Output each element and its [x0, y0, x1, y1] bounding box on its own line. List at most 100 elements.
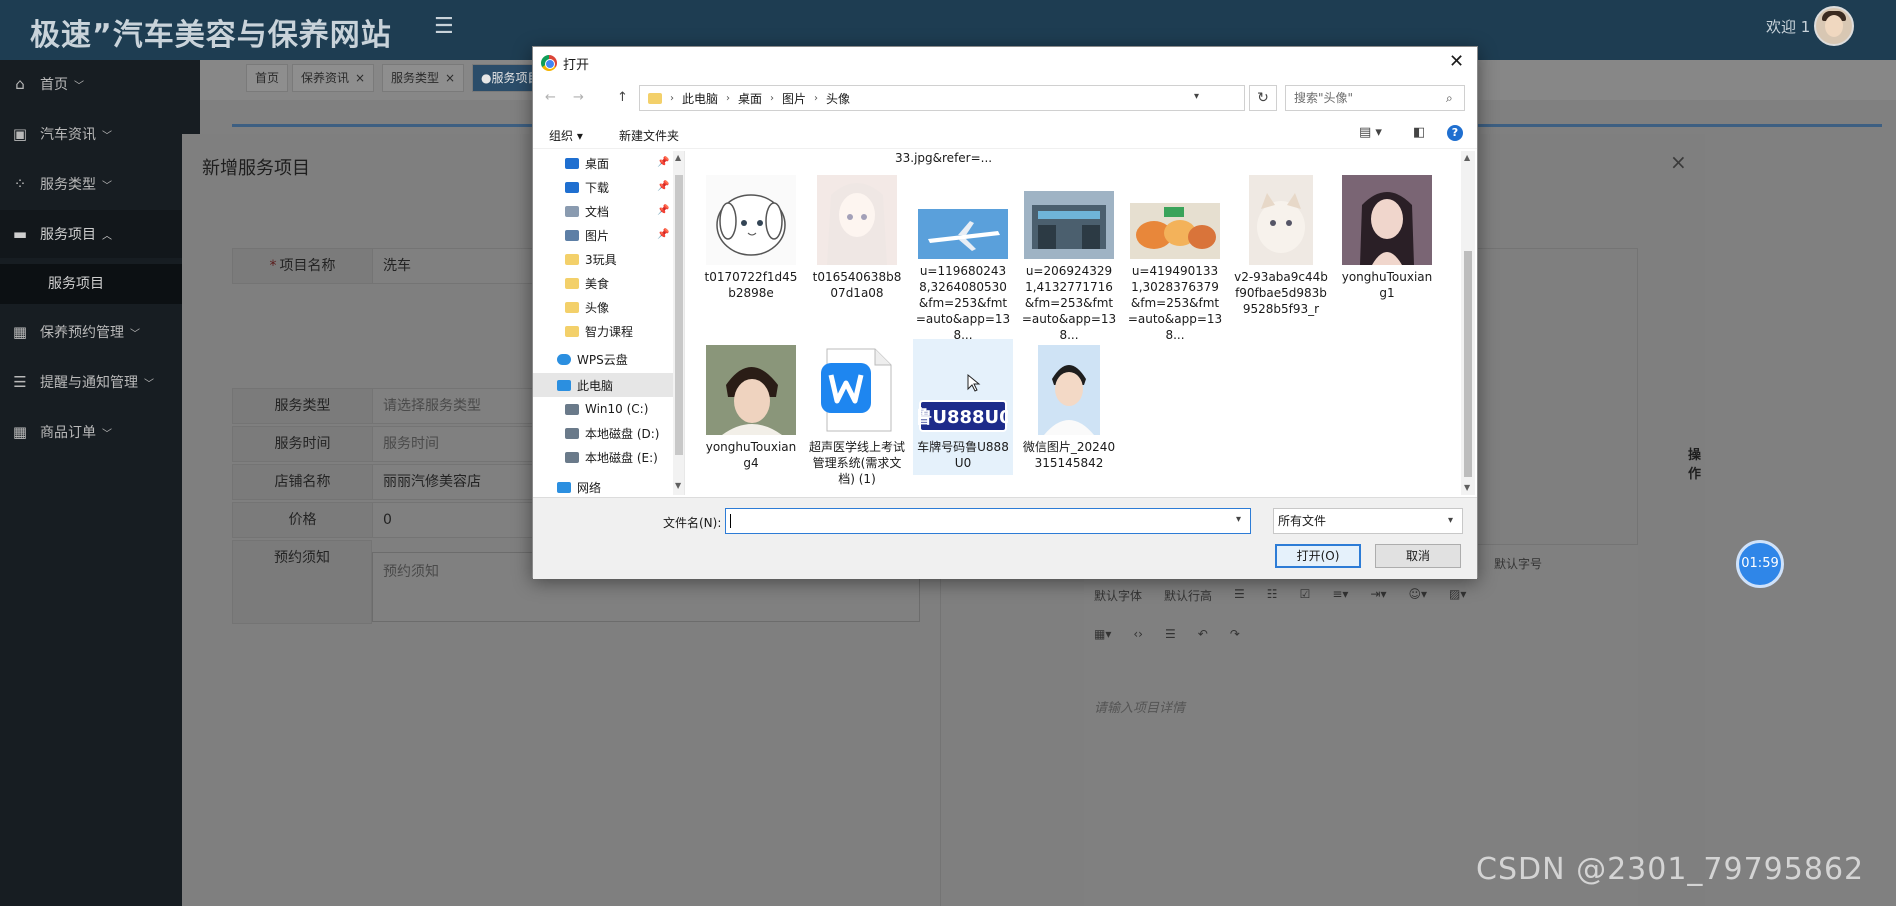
chevron-down-icon: ﹀: [74, 80, 84, 92]
tree-scrollbar[interactable]: ▲ ▼: [673, 151, 684, 495]
file-thumbnail: [1342, 175, 1432, 265]
file-thumbnail: [706, 175, 796, 265]
line-height-select[interactable]: 默认行高: [1164, 587, 1212, 604]
sidebar-item-service-project[interactable]: ▬ 服务项目 ︿: [0, 210, 200, 258]
file-type-select[interactable]: 所有文件 ▾: [1273, 508, 1463, 534]
undo-icon[interactable]: ↶: [1198, 627, 1208, 641]
checkbox-icon[interactable]: ☑: [1300, 587, 1311, 604]
chevron-down-icon[interactable]: ▾: [1236, 514, 1241, 525]
avatar[interactable]: [1814, 6, 1854, 46]
file-item-selected[interactable]: 鲁U888U0 车牌号码鲁U888U0: [913, 339, 1013, 475]
welcome-text: 欢迎 1: [1766, 18, 1811, 36]
file-thumbnail: [918, 209, 1008, 259]
document-icon: [565, 205, 579, 217]
sidebar-item-label: 保养预约管理: [40, 325, 124, 341]
grid-icon: ⁘: [13, 175, 27, 193]
file-item[interactable]: u=1196802438,3264080530&fm=253&fmt=auto&…: [913, 169, 1013, 343]
tab-home[interactable]: 首页: [246, 64, 289, 92]
file-item[interactable]: t016540638b807d1a08: [807, 169, 907, 301]
tree-item[interactable]: 网络: [557, 475, 601, 495]
font-size-select[interactable]: 默认字号: [1494, 555, 1542, 572]
table-icon[interactable]: ▦▾: [1094, 627, 1111, 641]
ordered-list-icon[interactable]: ☷: [1267, 587, 1278, 604]
wps-document-icon: [817, 345, 897, 435]
new-folder-button[interactable]: 新建文件夹: [619, 127, 679, 144]
timer-badge[interactable]: 01:59: [1736, 540, 1784, 588]
tree-item[interactable]: 桌面: [565, 151, 609, 175]
up-arrow-icon[interactable]: ↑: [617, 90, 628, 105]
preview-pane-icon[interactable]: ◧: [1413, 125, 1425, 140]
organize-menu[interactable]: 组织 ▾: [549, 127, 583, 144]
breadcrumb-item[interactable]: 头像: [826, 90, 850, 107]
help-icon[interactable]: ?: [1447, 125, 1463, 141]
open-button[interactable]: 打开(O): [1275, 544, 1361, 568]
redo-icon[interactable]: ↷: [1230, 627, 1240, 641]
view-options-icon[interactable]: ▤ ▾: [1359, 125, 1382, 140]
close-icon[interactable]: ✕: [1449, 51, 1464, 72]
tree-item[interactable]: Win10 (C:): [565, 397, 648, 421]
file-item[interactable]: 微信图片_20240315145842: [1019, 339, 1119, 471]
tree-item[interactable]: 3玩具: [565, 247, 617, 271]
dialog-titlebar[interactable]: 打开 ✕: [533, 47, 1477, 79]
emoji-icon[interactable]: ☺▾: [1408, 587, 1427, 604]
divider-icon[interactable]: ☰: [1165, 627, 1176, 641]
tab-maintenance-news[interactable]: 保养资讯 ×: [292, 64, 375, 92]
align-icon[interactable]: ≡▾: [1332, 587, 1348, 604]
home-icon: ⌂: [15, 75, 25, 93]
tree-item[interactable]: WPS云盘: [557, 347, 628, 371]
breadcrumb-item[interactable]: 此电脑: [682, 90, 718, 107]
folder-icon: [565, 253, 579, 265]
back-arrow-icon[interactable]: ←: [545, 90, 556, 105]
file-item[interactable]: u=4194901331,3028376379&fm=253&fmt=auto&…: [1125, 169, 1225, 343]
sidebar-item-home[interactable]: ⌂ 首页 ﹀: [0, 60, 200, 108]
file-item[interactable]: v2-93aba9c44bf90fbae5d983b9528b5f93_r: [1231, 169, 1331, 317]
file-item[interactable]: u=2069243291,4132771716&fm=253&fmt=auto&…: [1019, 169, 1119, 343]
close-icon[interactable]: ×: [445, 71, 455, 85]
font-family-select[interactable]: 默认字体: [1094, 587, 1142, 604]
sidebar-item-orders[interactable]: ▦ 商品订单 ﹀: [0, 408, 200, 456]
forward-arrow-icon[interactable]: →: [573, 90, 584, 105]
tree-item[interactable]: 图片: [565, 223, 609, 247]
file-grid-scrollbar[interactable]: ▲ ▼: [1461, 151, 1475, 495]
menu-toggle-icon[interactable]: ☰: [434, 14, 454, 39]
file-item[interactable]: yonghuTouxiang4: [701, 339, 801, 471]
close-icon[interactable]: ×: [1670, 150, 1687, 174]
sidebar-item-service-type[interactable]: ⁘ 服务类型 ﹀: [0, 160, 200, 208]
bullet-list-icon[interactable]: ☰: [1234, 587, 1245, 604]
chevron-down-icon[interactable]: ▾: [1194, 91, 1199, 102]
code-icon[interactable]: ‹›: [1133, 627, 1143, 641]
indent-icon[interactable]: ⇥▾: [1370, 587, 1386, 604]
editor-placeholder[interactable]: 请输入项目详情: [1094, 697, 1185, 716]
table-icon: ▦: [12, 423, 28, 441]
tree-item[interactable]: 文档: [565, 199, 609, 223]
file-open-dialog: 打开 ✕ ← → ↑ › 此电脑 › 桌面 › 图片 › 头像 ▾ ↻ 搜索"头…: [532, 46, 1478, 579]
tree-item[interactable]: 美食: [565, 271, 609, 295]
refresh-icon[interactable]: ↻: [1249, 85, 1277, 111]
breadcrumb-item[interactable]: 桌面: [738, 90, 762, 107]
tree-item[interactable]: 下载: [565, 175, 609, 199]
sidebar-item-label: 服务类型: [40, 177, 96, 193]
tree-item[interactable]: 本地磁盘 (D:): [565, 421, 659, 445]
tree-item[interactable]: 智力课程: [565, 319, 633, 343]
tree-item-this-pc[interactable]: 此电脑: [533, 373, 673, 397]
tree-item[interactable]: 头像: [565, 295, 609, 319]
breadcrumb-item[interactable]: 图片: [782, 90, 806, 107]
folder-icon: [565, 325, 579, 337]
image-icon[interactable]: ▨▾: [1449, 587, 1466, 604]
chevron-down-icon: ﹀: [144, 378, 154, 390]
tab-service-type[interactable]: 服务类型 ×: [382, 64, 465, 92]
dialog-title: 打开: [563, 58, 590, 73]
cancel-button[interactable]: 取消: [1375, 544, 1461, 568]
filename-input[interactable]: ▾: [725, 508, 1251, 534]
file-item[interactable]: 超声医学线上考试管理系统(需求文档) (1): [807, 339, 907, 487]
file-item[interactable]: yonghuTouxiang1: [1337, 169, 1437, 301]
sidebar-item-maintenance-booking[interactable]: ▦ 保养预约管理 ﹀: [0, 308, 200, 356]
sidebar-subitem-service-project[interactable]: 服务项目: [0, 264, 200, 304]
file-item[interactable]: t0170722f1d45b2898e: [701, 169, 801, 301]
sidebar-item-news[interactable]: ▣ 汽车资讯 ﹀: [0, 110, 200, 158]
tree-item[interactable]: 本地磁盘 (E:): [565, 445, 658, 469]
close-icon[interactable]: ×: [355, 71, 365, 85]
sidebar-item-reminders[interactable]: ☰ 提醒与通知管理 ﹀: [0, 358, 200, 406]
address-bar[interactable]: › 此电脑 › 桌面 › 图片 › 头像 ▾: [639, 85, 1245, 111]
search-input[interactable]: 搜索"头像" ⌕: [1285, 85, 1465, 111]
